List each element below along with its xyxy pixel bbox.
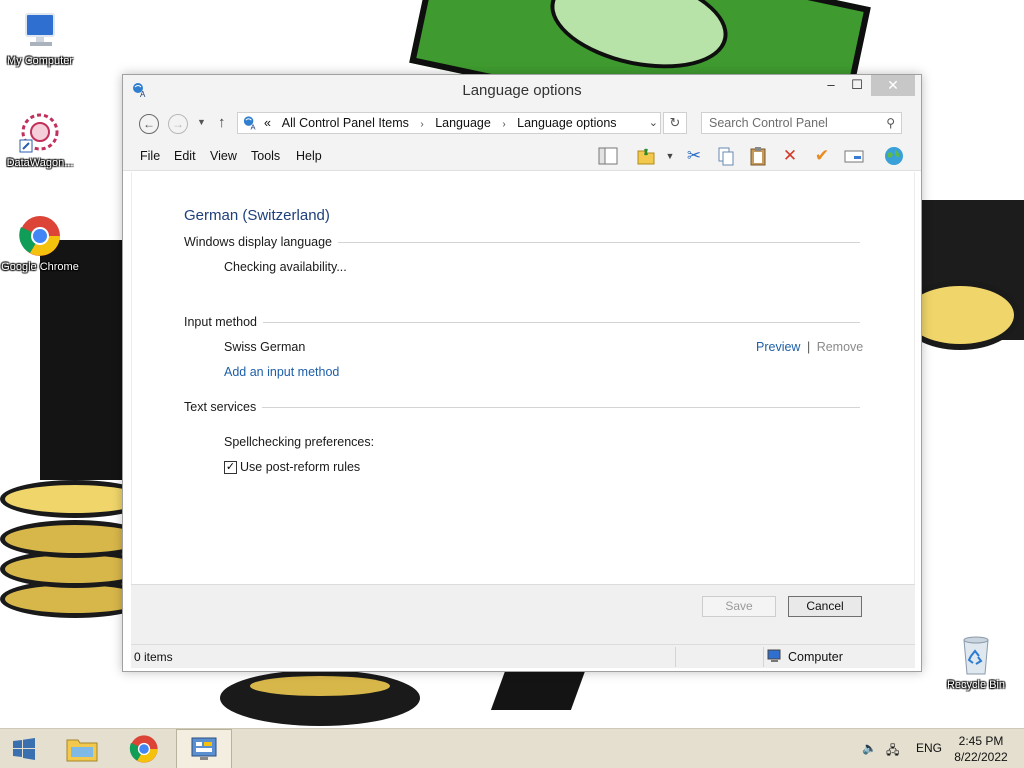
file-explorer-icon [66,739,98,762]
language-title: German (Switzerland) [184,207,330,224]
section-display-language: Windows display language [184,235,860,249]
section-heading: Windows display language [184,235,333,249]
breadcrumb-separator[interactable]: › [502,119,505,130]
section-input-method: Input method [184,315,860,329]
checkmark-icon[interactable]: ✔ [811,145,833,167]
taskbar-control-panel[interactable] [176,729,232,768]
breadcrumb-all-control-panel-items[interactable]: All Control Panel Items [282,116,409,130]
window-title: Language options [462,82,582,99]
folder-options-icon[interactable] [635,145,657,167]
menu-help[interactable]: Help [296,149,322,163]
menu-edit[interactable]: Edit [174,149,196,163]
language-icon: A [243,116,257,131]
search-input[interactable] [702,113,872,133]
folder-options-dropdown-icon[interactable]: ▼ [659,145,681,167]
desktop-icon-datawagon[interactable]: DataWagon... [0,110,80,170]
link-divider: | [806,340,811,354]
navigation-bar: ← → ▼ ↑ A « All Control Panel Items › La… [123,105,921,141]
clock[interactable]: 2:45 PM 8/22/2022 [946,733,1016,765]
computer-icon [767,649,781,662]
breadcrumb-language[interactable]: Language [435,116,491,130]
divider [262,406,860,408]
add-input-method-link[interactable]: Add an input method [224,365,339,379]
remove-link[interactable]: Remove [817,340,864,354]
address-bar[interactable]: A « All Control Panel Items › Language ›… [237,112,661,134]
windows-logo-icon [13,738,35,760]
minimize-button[interactable]: – [818,75,844,96]
network-icon[interactable]: 🖧 [886,741,899,762]
start-button[interactable] [0,729,48,768]
maximize-button[interactable]: ☐ [844,75,870,96]
divider [338,241,860,243]
breadcrumb-overflow[interactable]: « [264,116,271,130]
clock-date: 8/22/2022 [954,750,1008,764]
items-count: 0 items [134,650,173,664]
post-reform-label[interactable]: Use post-reform rules [240,460,360,474]
spellcheck-preferences-label: Spellchecking preferences: [224,435,375,449]
save-button[interactable]: Save [702,596,776,617]
menu-bar: File Edit View Tools Help ▼ ✂ ✕ ✔ [123,141,921,171]
control-panel-icon [191,737,217,760]
globe-icon[interactable] [883,145,905,167]
desktop-icon-google-chrome[interactable]: Google Chrome [0,214,80,274]
clock-time: 2:45 PM [958,734,1004,748]
forward-button[interactable]: → [168,114,188,134]
status-divider [763,647,764,667]
section-text-services: Text services [184,400,860,414]
paste-icon[interactable] [747,145,769,167]
chrome-icon [19,216,60,256]
recent-locations-dropdown-icon[interactable]: ▼ [197,117,206,127]
status-bar: 0 items Computer [131,644,915,668]
breadcrumb: « All Control Panel Items › Language › L… [264,116,625,130]
address-dropdown-icon[interactable]: ⌄ [649,116,658,129]
language-options-window: A Language options – ☐ ✕ ← → ▼ ↑ A « All… [122,74,922,672]
input-method-actions: Preview | Remove [756,340,863,354]
taskbar-file-explorer[interactable] [54,729,110,768]
desktop-icon-my-computer[interactable]: My Computer [0,8,80,68]
taskbar-google-chrome[interactable] [116,729,172,768]
computer-icon [25,13,55,46]
menu-view[interactable]: View [210,149,237,163]
desktop-icon-recycle-bin[interactable]: Recycle Bin [936,632,1016,692]
section-heading: Text services [184,400,257,414]
preview-link[interactable]: Preview [756,340,800,354]
taskbar: 🔈 🖧 ENG 2:45 PM 8/22/2022 [0,728,1024,768]
svg-text:A: A [251,123,257,131]
breadcrumb-separator[interactable]: › [420,119,423,130]
main-content: German (Switzerland) Windows display lan… [131,172,915,584]
post-reform-checkbox[interactable]: ✓ [224,461,237,474]
recycle-bin-icon [963,636,989,675]
menu-tools[interactable]: Tools [251,149,280,163]
availability-status: Checking availability... [224,260,347,274]
up-arrow-icon[interactable]: ↑ [218,114,226,131]
input-method-name: Swiss German [224,340,306,354]
volume-muted-icon[interactable]: 🔈 [862,741,877,755]
search-icon[interactable]: ⚲ [886,116,895,130]
cancel-button[interactable]: Cancel [788,596,862,617]
chrome-icon [129,735,158,763]
copy-icon[interactable] [715,145,737,167]
datawagon-icon [19,113,59,153]
status-location: Computer [788,650,843,664]
refresh-icon[interactable]: ↻ [663,112,687,134]
search-box[interactable]: ⚲ [701,112,902,134]
status-divider [675,647,676,667]
divider [262,321,860,323]
layout-pane-icon[interactable] [597,145,619,167]
cut-icon[interactable]: ✂ [683,145,705,167]
dialog-footer: Save Cancel [131,584,915,644]
properties-icon[interactable] [843,145,865,167]
wallpaper-coin [220,670,420,726]
wallpaper-coin-stack [0,470,150,620]
breadcrumb-language-options[interactable]: Language options [517,116,616,130]
title-bar[interactable]: A Language options – ☐ ✕ [123,75,921,105]
input-language-indicator[interactable]: ENG [916,741,942,755]
close-button[interactable]: ✕ [871,75,915,96]
delete-icon[interactable]: ✕ [779,145,801,167]
back-button[interactable]: ← [139,114,159,134]
section-heading: Input method [184,315,257,329]
menu-file[interactable]: File [140,149,160,163]
